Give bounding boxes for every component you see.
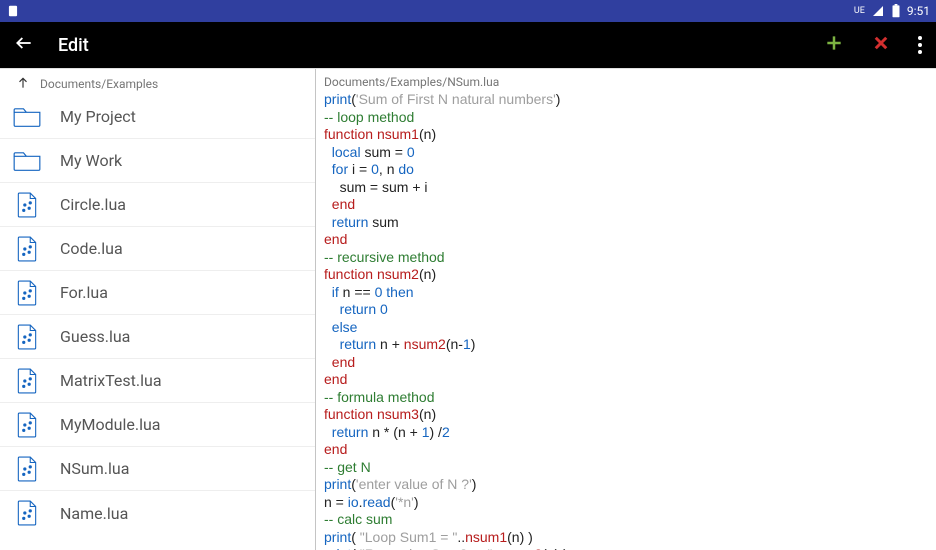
file-item[interactable]: NSum.lua [0, 447, 315, 491]
file-list: My Project My Work Circle.lua Code.lua F… [0, 95, 315, 535]
lua-file-icon [12, 236, 42, 262]
file-item[interactable]: Name.lua [0, 491, 315, 535]
status-bar: UE 9:51 [0, 0, 936, 22]
file-item-label: My Work [60, 151, 122, 170]
battery-icon [891, 4, 901, 18]
folder-icon [12, 150, 42, 172]
code-area[interactable]: print('Sum of First N natural numbers')-… [316, 91, 936, 550]
file-item-label: MatrixTest.lua [60, 371, 162, 390]
folder-icon [12, 106, 42, 128]
clock-label: 9:51 [907, 4, 930, 18]
overflow-menu-icon[interactable] [918, 36, 922, 54]
file-item-label: Guess.lua [60, 327, 130, 346]
file-item-label: Circle.lua [60, 195, 126, 214]
file-item[interactable]: MyModule.lua [0, 403, 315, 447]
file-item-label: MyModule.lua [60, 415, 160, 434]
file-item[interactable]: Code.lua [0, 227, 315, 271]
file-item-label: NSum.lua [60, 459, 129, 478]
add-icon[interactable] [824, 31, 844, 59]
lua-file-icon [12, 280, 42, 306]
notification-icon [6, 4, 20, 18]
up-arrow-icon[interactable] [16, 75, 30, 94]
signal-icon [871, 5, 885, 17]
file-item-label: Code.lua [60, 239, 123, 258]
file-item[interactable]: Guess.lua [0, 315, 315, 359]
lua-file-icon [12, 368, 42, 394]
lua-file-icon [12, 500, 42, 526]
close-icon[interactable] [872, 33, 890, 57]
lua-file-icon [12, 324, 42, 350]
file-item[interactable]: Circle.lua [0, 183, 315, 227]
lua-file-icon [12, 412, 42, 438]
file-item[interactable]: MatrixTest.lua [0, 359, 315, 403]
file-item-label: My Project [60, 107, 136, 126]
network-type-label: UE [854, 7, 865, 16]
folder-item[interactable]: My Project [0, 95, 315, 139]
file-item-label: For.lua [60, 283, 108, 302]
main-content: Documents/Examples My Project My Work Ci… [0, 68, 936, 550]
code-viewer-panel: Documents/Examples/NSum.lua print('Sum o… [316, 69, 936, 550]
action-bar: Edit [0, 22, 936, 68]
file-item[interactable]: For.lua [0, 271, 315, 315]
breadcrumb-path: Documents/Examples [40, 77, 158, 91]
breadcrumb: Documents/Examples [0, 69, 315, 95]
file-item-label: Name.lua [60, 504, 128, 523]
lua-file-icon [12, 192, 42, 218]
lua-file-icon [12, 456, 42, 482]
open-file-path: Documents/Examples/NSum.lua [316, 69, 936, 91]
file-browser-panel: Documents/Examples My Project My Work Ci… [0, 69, 316, 550]
folder-item[interactable]: My Work [0, 139, 315, 183]
screen-title: Edit [58, 35, 89, 56]
back-arrow-icon[interactable] [14, 33, 34, 58]
